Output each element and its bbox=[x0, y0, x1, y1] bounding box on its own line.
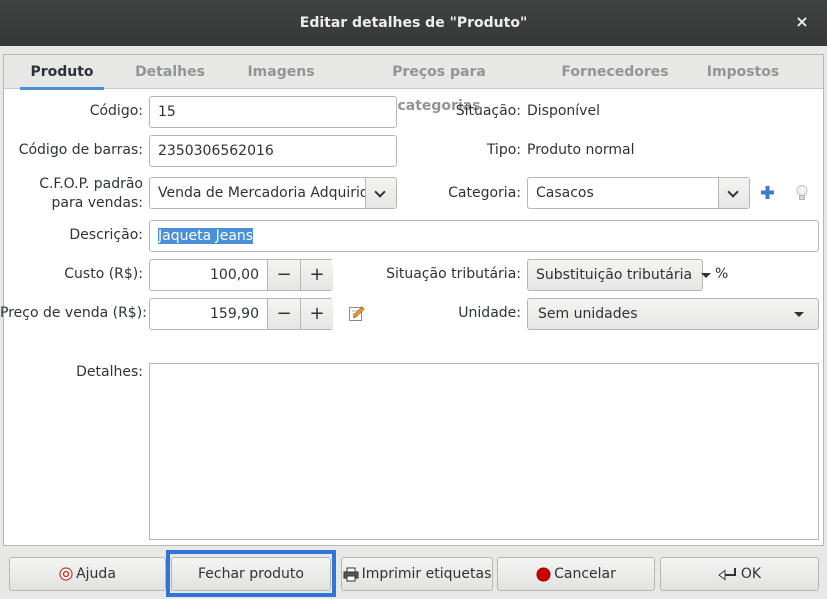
situacao-value: Disponível bbox=[527, 103, 600, 119]
tab-detalhes[interactable]: Detalhes bbox=[129, 55, 211, 89]
help-icon bbox=[59, 567, 73, 581]
codigo-label: Código: bbox=[89, 103, 143, 119]
custo-label: Custo (R$): bbox=[64, 266, 143, 282]
categoria-combo[interactable]: Casacos bbox=[527, 177, 750, 209]
situacao-tributaria-value: Substituição tributária bbox=[536, 267, 693, 283]
tab-impostos[interactable]: Impostos bbox=[700, 55, 786, 89]
dropdown-arrow-icon bbox=[700, 272, 711, 278]
cfop-label-line1: C.F.O.P. padrão bbox=[39, 176, 143, 192]
cancel-button[interactable]: Cancelar bbox=[497, 557, 655, 591]
preco-decrement-button[interactable]: − bbox=[267, 299, 300, 329]
categoria-dropdown-button[interactable] bbox=[718, 178, 749, 208]
ok-button[interactable]: OK bbox=[660, 557, 819, 591]
detalhes-label: Detalhes: bbox=[76, 364, 143, 380]
situacao-tributaria-label: Situação tributária: bbox=[386, 266, 521, 282]
help-button-label: Ajuda bbox=[76, 566, 116, 582]
cfop-label-line2: para vendas: bbox=[51, 195, 144, 211]
situacao-tributaria-combo[interactable]: Substituição tributária bbox=[527, 259, 711, 291]
window-titlebar: Editar detalhes de "Produto" × bbox=[0, 0, 827, 46]
tab-precos-categorias[interactable]: Preços para categorias bbox=[349, 55, 529, 114]
preco-spin[interactable]: 159,90 − + bbox=[149, 298, 333, 330]
preco-label: Preço de venda (R$): bbox=[0, 305, 147, 321]
barras-label: Código de barras: bbox=[18, 142, 143, 158]
custo-spin[interactable]: 100,00 − + bbox=[149, 259, 333, 291]
cfop-value: Venda de Mercadoria Adquirida bbox=[158, 185, 378, 201]
barras-input[interactable]: 2350306562016 bbox=[149, 135, 397, 167]
tab-bar: Produto Detalhes Imagens Preços para cat… bbox=[4, 55, 823, 114]
cfop-combo[interactable]: Venda de Mercadoria Adquirida bbox=[149, 177, 397, 209]
printer-icon bbox=[343, 567, 359, 581]
tipo-value: Produto normal bbox=[527, 142, 635, 158]
categoria-label: Categoria: bbox=[448, 185, 521, 201]
preco-increment-button[interactable]: + bbox=[300, 299, 333, 329]
descricao-selected-text: Jaqueta Jeans bbox=[158, 228, 254, 244]
situacao-label: Situação: bbox=[455, 103, 521, 119]
chevron-down-icon bbox=[727, 186, 739, 198]
cancel-button-label: Cancelar bbox=[554, 566, 616, 582]
custo-increment-button[interactable]: + bbox=[300, 260, 333, 290]
lightbulb-icon bbox=[796, 185, 808, 200]
detalhes-textarea[interactable] bbox=[149, 363, 819, 540]
focus-highlight bbox=[166, 550, 336, 597]
tab-produto[interactable]: Produto bbox=[20, 55, 104, 90]
edit-price-icon[interactable] bbox=[348, 305, 365, 322]
add-category-icon[interactable] bbox=[760, 185, 775, 200]
help-button[interactable]: Ajuda bbox=[9, 557, 166, 591]
codigo-input[interactable]: 15 bbox=[149, 96, 397, 128]
unidade-label: Unidade: bbox=[458, 305, 521, 321]
print-labels-button-label: Imprimir etiquetas bbox=[361, 566, 492, 582]
percent-suffix: % bbox=[715, 266, 729, 282]
tab-imagens[interactable]: Imagens bbox=[239, 55, 323, 89]
custo-decrement-button[interactable]: − bbox=[267, 260, 300, 290]
tab-fornecedores[interactable]: Fornecedores bbox=[557, 55, 673, 89]
print-labels-button[interactable]: Imprimir etiquetas bbox=[341, 557, 493, 591]
window-title: Editar detalhes de "Produto" bbox=[299, 15, 528, 31]
categoria-value: Casacos bbox=[536, 185, 594, 201]
unidade-value: Sem unidades bbox=[538, 306, 638, 322]
close-icon[interactable]: × bbox=[794, 14, 810, 30]
tipo-label: Tipo: bbox=[486, 142, 521, 158]
cancel-icon bbox=[536, 567, 551, 581]
custo-value[interactable]: 100,00 bbox=[150, 260, 267, 290]
dropdown-arrow-icon bbox=[794, 312, 804, 317]
enter-arrow-icon bbox=[718, 567, 736, 580]
descricao-label: Descrição: bbox=[69, 227, 143, 243]
ok-button-label: OK bbox=[740, 566, 762, 582]
preco-value[interactable]: 159,90 bbox=[150, 299, 267, 329]
descricao-input[interactable]: Jaqueta Jeans bbox=[149, 220, 819, 252]
unidade-combo[interactable]: Sem unidades bbox=[527, 298, 819, 330]
